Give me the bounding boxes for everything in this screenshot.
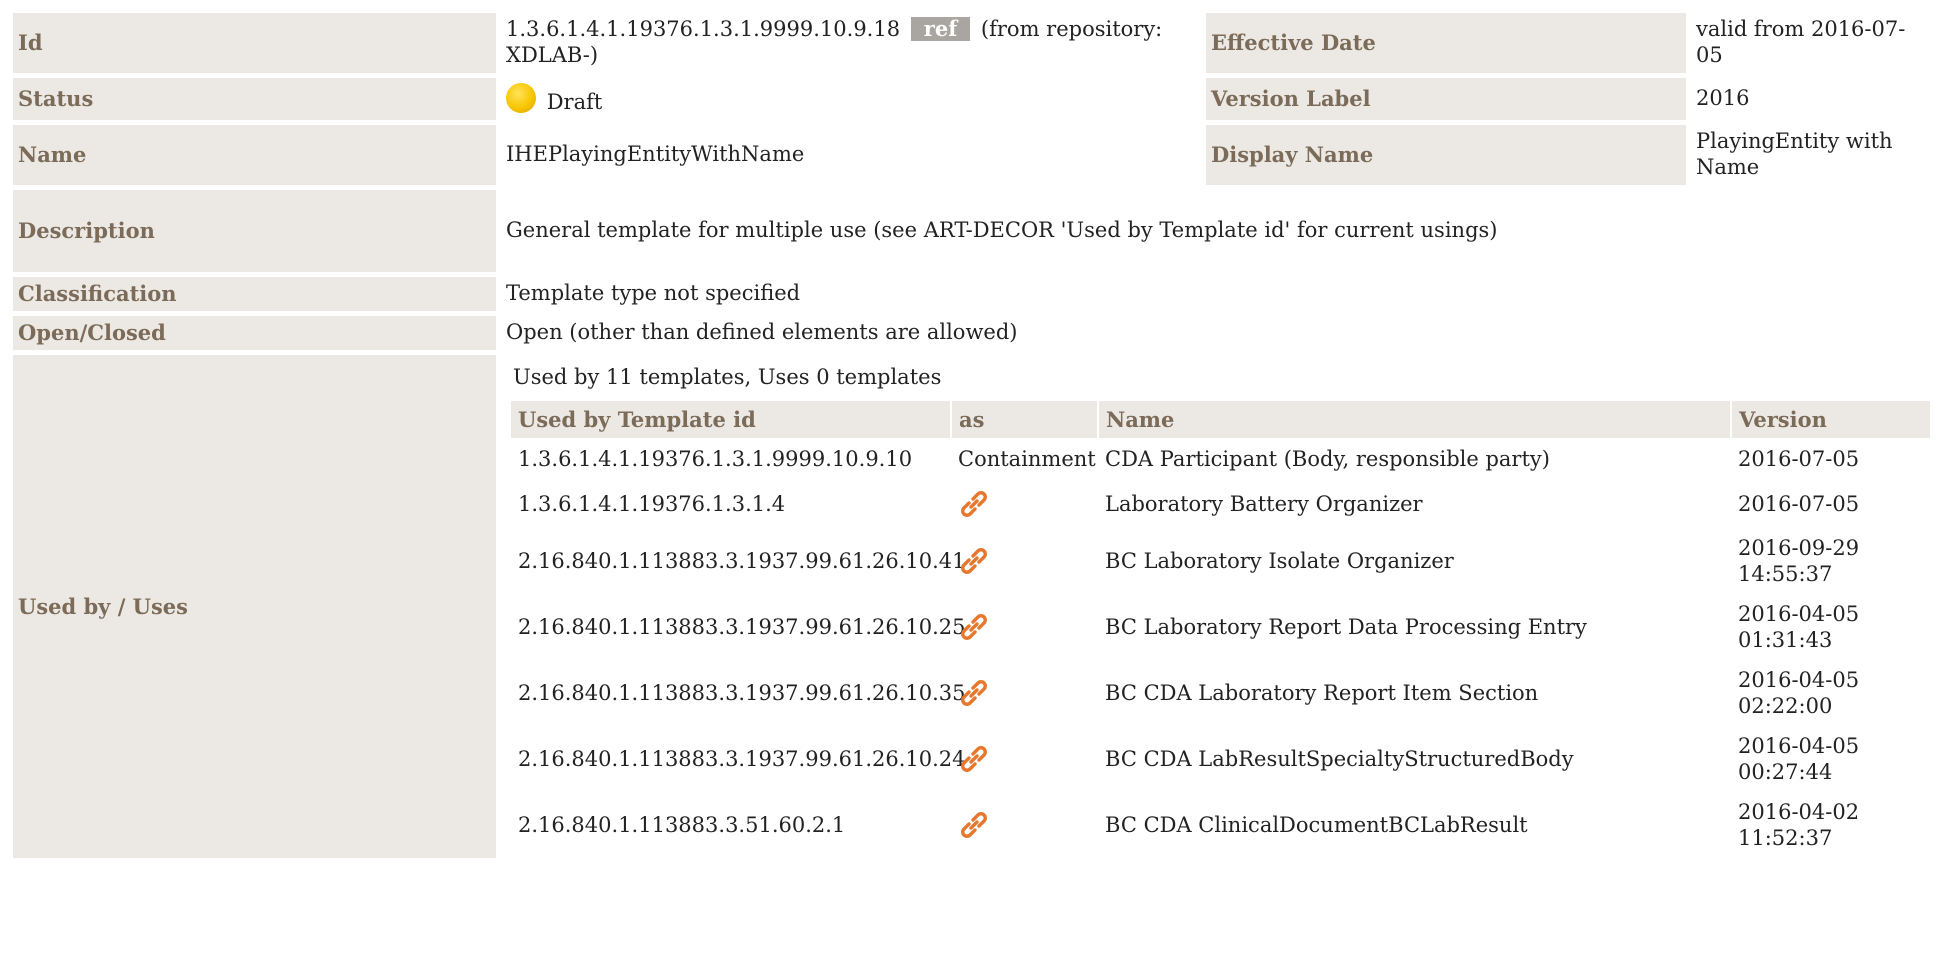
- row-version: 2016-04-05 00:27:44: [1738, 733, 1860, 785]
- header-version: Version: [1731, 400, 1932, 439]
- row-version: 2016-09-29 14:55:37: [1738, 535, 1860, 587]
- version-label-value: 2016: [1691, 78, 1937, 120]
- effective-date-label: Effective Date: [1206, 13, 1686, 73]
- description-label: Description: [13, 190, 496, 272]
- open-closed-label: Open/Closed: [13, 316, 496, 350]
- row-as: [951, 792, 1098, 858]
- row-template-id[interactable]: 2.16.840.1.113883.3.1937.99.61.26.10.35: [511, 660, 966, 726]
- used-by-summary: Used by 11 templates, Uses 0 templates: [513, 365, 942, 389]
- display-name-label: Display Name: [1206, 125, 1686, 185]
- table-row: 2.16.840.1.113883.3.1937.99.61.26.10.35: [511, 660, 1931, 726]
- row-name: BC Laboratory Isolate Organizer: [1105, 549, 1454, 574]
- row-version: 2016-04-05 01:31:43: [1738, 601, 1860, 653]
- header-template-id: Used by Template id: [511, 400, 952, 439]
- used-by-table: Used by Template id as Name Version 1.3.…: [511, 400, 1932, 859]
- row-template-id[interactable]: 2.16.840.1.113883.3.1937.99.61.26.10.25: [511, 594, 966, 660]
- table-row: 2.16.840.1.113883.3.51.60.2.1 BC CDA Cli…: [511, 792, 1931, 858]
- table-row: 2.16.840.1.113883.3.1937.99.61.26.10.25: [511, 594, 1931, 660]
- header-name: Name: [1098, 400, 1732, 439]
- ref-badge: ref: [910, 17, 971, 42]
- row-name: CDA Participant (Body, responsible party…: [1105, 447, 1550, 472]
- name-value: IHEPlayingEntityWithName: [501, 125, 1201, 185]
- status-value: Draft: [501, 78, 1201, 120]
- row-template-id[interactable]: 2.16.840.1.113883.3.1937.99.61.26.10.41: [511, 528, 966, 594]
- status-text: Draft: [546, 89, 603, 114]
- header-as: as: [951, 400, 1099, 439]
- table-row: 1.3.6.1.4.1.19376.1.3.1.9999.10.9.10 Con…: [511, 438, 1931, 480]
- id-label: Id: [13, 13, 496, 73]
- row-as: [951, 660, 1098, 726]
- row-name: BC CDA ClinicalDocumentBCLabResult: [1105, 813, 1528, 838]
- row-version: 2016-07-05: [1738, 492, 1860, 517]
- used-by-uses-label: Used by / Uses: [13, 355, 496, 859]
- row-version: 2016-04-02 11:52:37: [1738, 799, 1860, 851]
- row-as: Containment: [958, 447, 1096, 472]
- row-name: Laboratory Battery Organizer: [1105, 492, 1423, 517]
- classification-label: Classification: [13, 277, 496, 311]
- description-value: General template for multiple use (see A…: [501, 190, 1937, 272]
- link-icon[interactable]: [958, 677, 990, 709]
- row-as: [951, 594, 1098, 660]
- row-name: BC CDA Laboratory Report Item Section: [1105, 681, 1539, 706]
- template-detail-table: Id 1.3.6.1.4.1.19376.1.3.1.9999.10.9.18 …: [8, 8, 1942, 863]
- table-row: 2.16.840.1.113883.3.1937.99.61.26.10.41: [511, 528, 1931, 594]
- link-icon[interactable]: [958, 809, 990, 841]
- table-row: 1.3.6.1.4.1.19376.1.3.1.4 Laboratory Bat…: [511, 480, 1931, 528]
- row-as: [951, 726, 1098, 792]
- link-icon[interactable]: [958, 545, 990, 577]
- link-icon[interactable]: [958, 743, 990, 775]
- display-name-value: PlayingEntity with Name: [1691, 125, 1937, 185]
- version-label-label: Version Label: [1206, 78, 1686, 120]
- name-label: Name: [13, 125, 496, 185]
- row-name: BC CDA LabResultSpecialtyStructuredBody: [1105, 747, 1574, 772]
- row-template-id[interactable]: 1.3.6.1.4.1.19376.1.3.1.9999.10.9.10: [511, 438, 951, 480]
- row-name: BC Laboratory Report Data Processing Ent…: [1105, 615, 1587, 640]
- draft-status-icon: [506, 82, 536, 113]
- row-template-id[interactable]: 1.3.6.1.4.1.19376.1.3.1.4: [511, 480, 951, 528]
- row-as: [951, 528, 1098, 594]
- template-oid[interactable]: 1.3.6.1.4.1.19376.1.3.1.9999.10.9.18: [506, 17, 900, 41]
- status-label: Status: [13, 78, 496, 120]
- table-row: 2.16.840.1.113883.3.1937.99.61.26.10.24: [511, 726, 1931, 792]
- row-as: [951, 480, 1098, 528]
- link-icon[interactable]: [958, 488, 990, 520]
- row-version: 2016-04-05 02:22:00: [1738, 667, 1860, 719]
- id-value: 1.3.6.1.4.1.19376.1.3.1.9999.10.9.18 ref…: [501, 13, 1201, 73]
- row-template-id[interactable]: 2.16.840.1.113883.3.1937.99.61.26.10.24: [511, 726, 966, 792]
- classification-value: Template type not specified: [501, 277, 1937, 311]
- open-closed-value: Open (other than defined elements are al…: [501, 316, 1937, 350]
- link-icon[interactable]: [958, 611, 990, 643]
- row-version: 2016-07-05: [1738, 447, 1860, 472]
- row-template-id[interactable]: 2.16.840.1.113883.3.51.60.2.1: [511, 792, 951, 858]
- effective-date-value: valid from 2016-07-05: [1691, 13, 1937, 73]
- used-by-uses-value: Used by 11 templates, Uses 0 templates U…: [501, 355, 1937, 859]
